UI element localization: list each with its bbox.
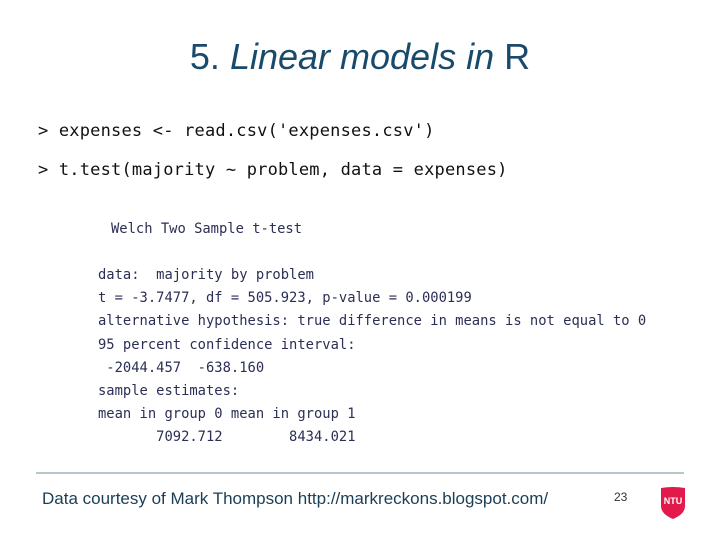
title-italic: Linear models in [229, 36, 495, 77]
output-line: 7092.712 8434.021 [98, 429, 356, 445]
output-line: -2044.457 -638.160 [98, 360, 265, 376]
title-number: 5. [189, 36, 220, 77]
slide-title: 5. Linear models in R [0, 36, 720, 78]
output-line: sample estimates: [98, 383, 240, 399]
output-line: 95 percent confidence interval: [98, 337, 356, 353]
title-plain: R [504, 36, 531, 77]
output-line: t = -3.7477, df = 505.923, p-value = 0.0… [98, 290, 472, 306]
logo-text: NTU [664, 496, 683, 506]
r-command-read-csv: > expenses <- read.csv('expenses.csv') [38, 121, 435, 141]
output-heading: Welch Two Sample t-test [111, 221, 303, 237]
footer-credit: Data courtesy of Mark Thompson http://ma… [42, 489, 549, 508]
output-line: mean in group 0 mean in group 1 [98, 406, 356, 422]
footer-divider [36, 472, 684, 474]
output-line: alternative hypothesis: true difference … [98, 313, 647, 329]
output-line: data: majority by problem [98, 267, 314, 283]
ntu-logo-icon: NTU [661, 487, 685, 519]
r-command-t-test: > t.test(majority ~ problem, data = expe… [38, 160, 508, 180]
page-number: 23 [614, 490, 628, 504]
